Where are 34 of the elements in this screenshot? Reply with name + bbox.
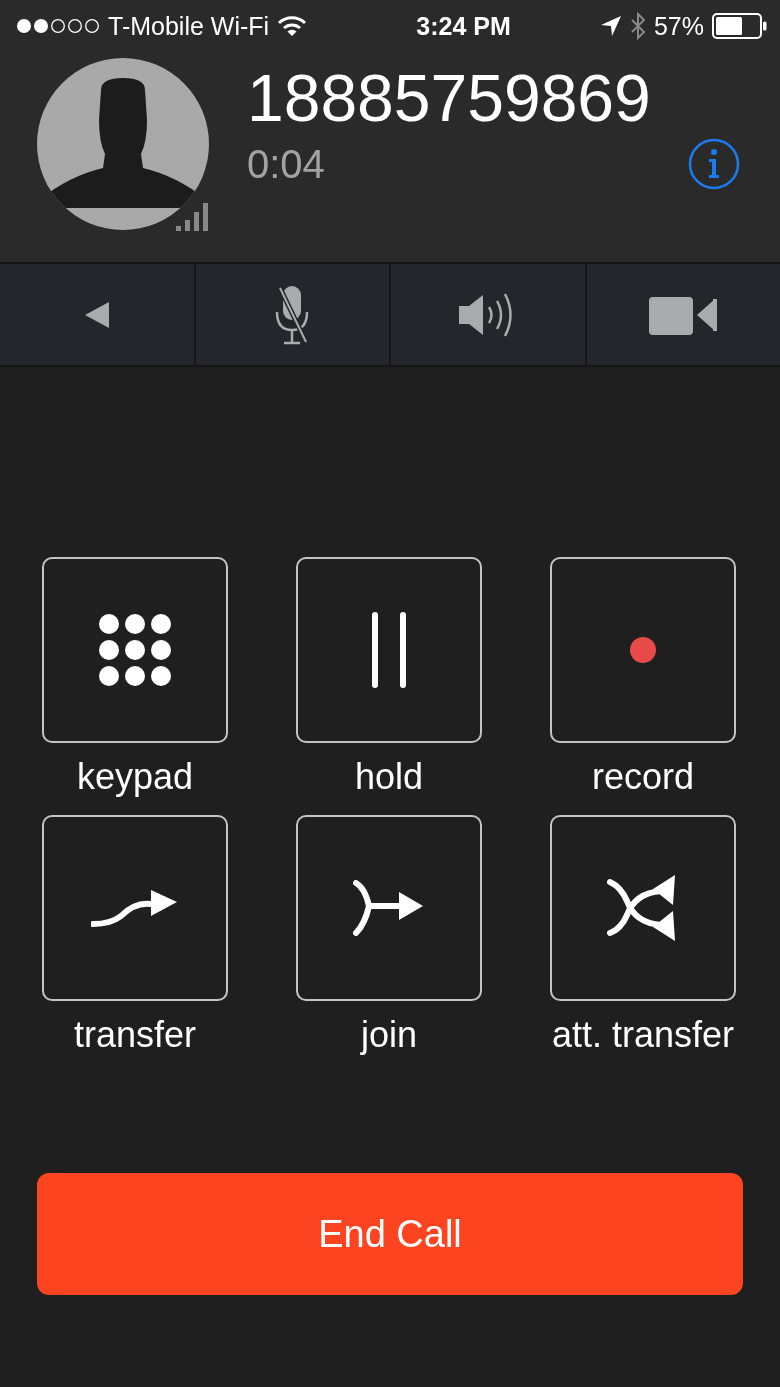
action-label: join	[360, 1013, 417, 1057]
record-dot-icon	[630, 637, 656, 663]
action-button[interactable]	[550, 815, 736, 1001]
carrier-name: T-Mobile Wi-Fi	[108, 11, 270, 41]
action-label: hold	[354, 755, 424, 799]
wifi-icon	[277, 15, 308, 37]
location-icon	[599, 15, 622, 37]
action-button[interactable]	[42, 815, 228, 1001]
action-label: transfer	[73, 1013, 196, 1057]
action-button[interactable]	[42, 557, 228, 743]
toolbar-button[interactable]	[195, 264, 389, 365]
info-icon[interactable]	[688, 138, 740, 190]
merge-arrow-icon	[353, 880, 425, 936]
action-label: att. transfer	[551, 1013, 735, 1057]
call-quality-icon	[175, 200, 211, 232]
phone-number: 18885759869	[247, 60, 652, 137]
avatar-icon	[37, 58, 209, 230]
battery-icon	[712, 13, 768, 39]
end-call-button[interactable]: End Call	[37, 1173, 743, 1295]
toolbar-button[interactable]	[586, 264, 780, 365]
battery-percent: 57%	[653, 11, 704, 41]
action-button[interactable]	[296, 557, 482, 743]
action-label: keypad	[76, 755, 194, 799]
action-label: record	[591, 755, 694, 799]
call-duration: 0:04	[247, 141, 325, 188]
signal-icon	[16, 17, 100, 35]
toolbar-button[interactable]	[391, 264, 585, 365]
action-button[interactable]	[296, 815, 482, 1001]
muted-microphone-icon	[274, 283, 311, 346]
pause-icon	[369, 612, 409, 688]
bluetooth-icon	[629, 12, 646, 40]
keypad-icon	[99, 614, 171, 686]
clock-time: 3:24 PM	[416, 11, 511, 41]
action-button[interactable]	[550, 557, 736, 743]
